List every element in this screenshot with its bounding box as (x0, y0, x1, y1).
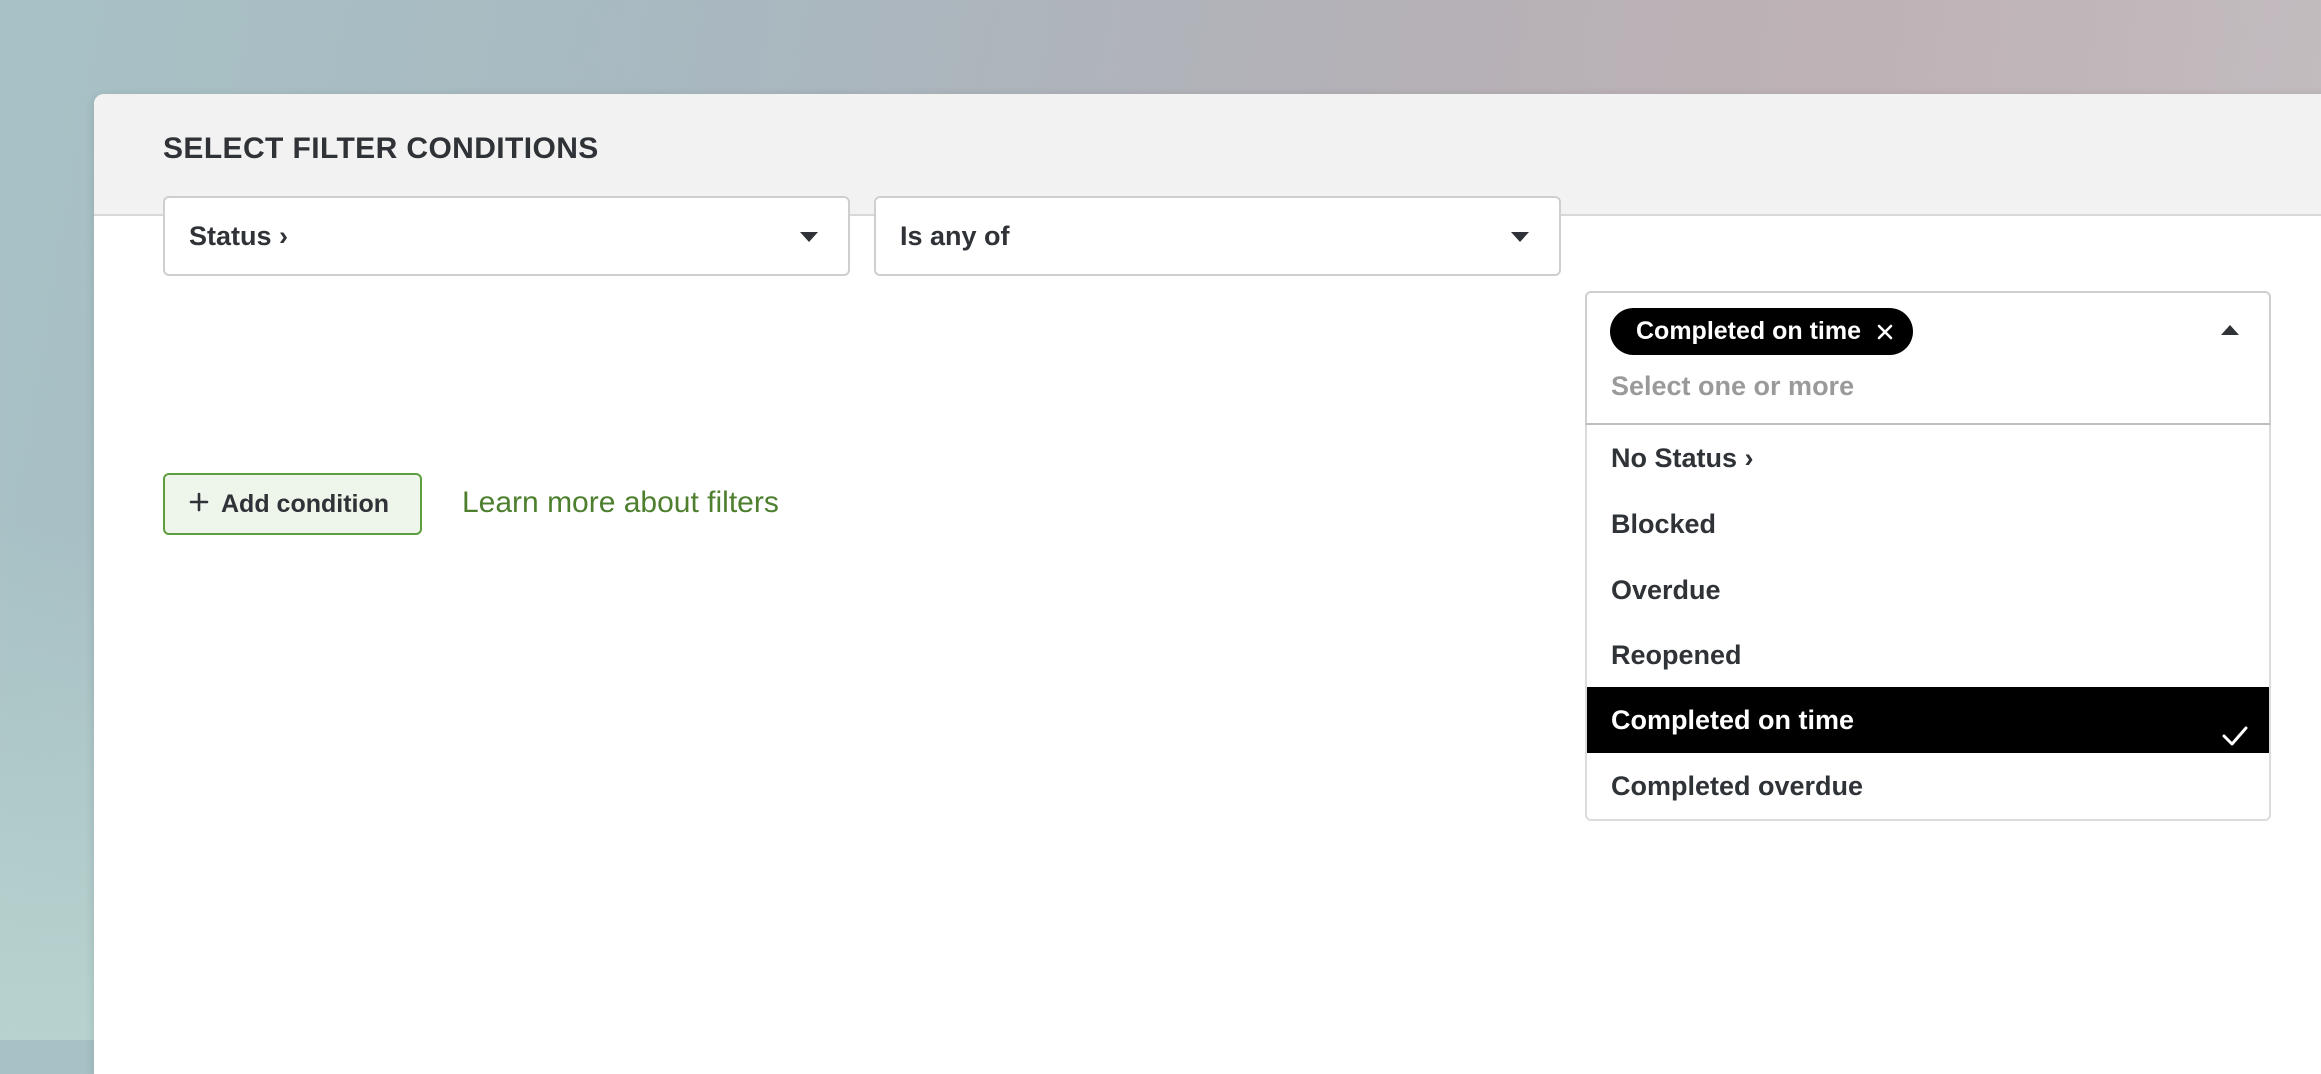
close-icon[interactable] (1873, 308, 1897, 355)
check-icon (2221, 707, 2249, 746)
option-label: Reopened (1611, 640, 1742, 670)
operator-select[interactable]: Is any of (874, 196, 1561, 276)
option-label: Blocked (1611, 509, 1717, 539)
field-select-value: Status › (189, 221, 289, 251)
option-completed-on-time[interactable]: Completed on time (1587, 687, 2269, 753)
dialog-title: SELECT FILTER CONDITIONS (163, 132, 599, 165)
operator-select-value: Is any of (900, 221, 1010, 251)
values-multiselect[interactable]: Completed on time Select one or more (1585, 291, 2271, 425)
option-label: Completed overdue (1611, 771, 1864, 801)
learn-more-filters-link[interactable]: Learn more about filters (462, 486, 779, 520)
option-no-status[interactable]: No Status › (1587, 425, 2269, 491)
option-reopened[interactable]: Reopened (1587, 622, 2269, 688)
option-blocked[interactable]: Blocked (1587, 491, 2269, 557)
values-placeholder: Select one or more (1611, 371, 1855, 401)
option-overdue[interactable]: Overdue (1587, 557, 2269, 623)
caret-up-icon (2221, 325, 2239, 335)
field-select[interactable]: Status › (163, 196, 850, 276)
option-completed-overdue[interactable]: Completed overdue (1587, 753, 2269, 819)
plus-icon (189, 492, 209, 517)
chip-label: Completed on time (1636, 317, 1862, 345)
add-condition-label: Add condition (221, 489, 390, 518)
add-condition-button[interactable]: Add condition (163, 473, 422, 535)
caret-down-icon (1511, 232, 1529, 242)
values-dropdown-list: No Status › Blocked Overdue Reopened Com… (1585, 425, 2271, 821)
caret-down-icon (800, 232, 818, 242)
selected-value-chip: Completed on time (1610, 308, 1914, 355)
option-label: Completed on time (1611, 705, 1855, 735)
option-label: Overdue (1611, 575, 1721, 605)
option-label: No Status › (1611, 443, 1754, 473)
